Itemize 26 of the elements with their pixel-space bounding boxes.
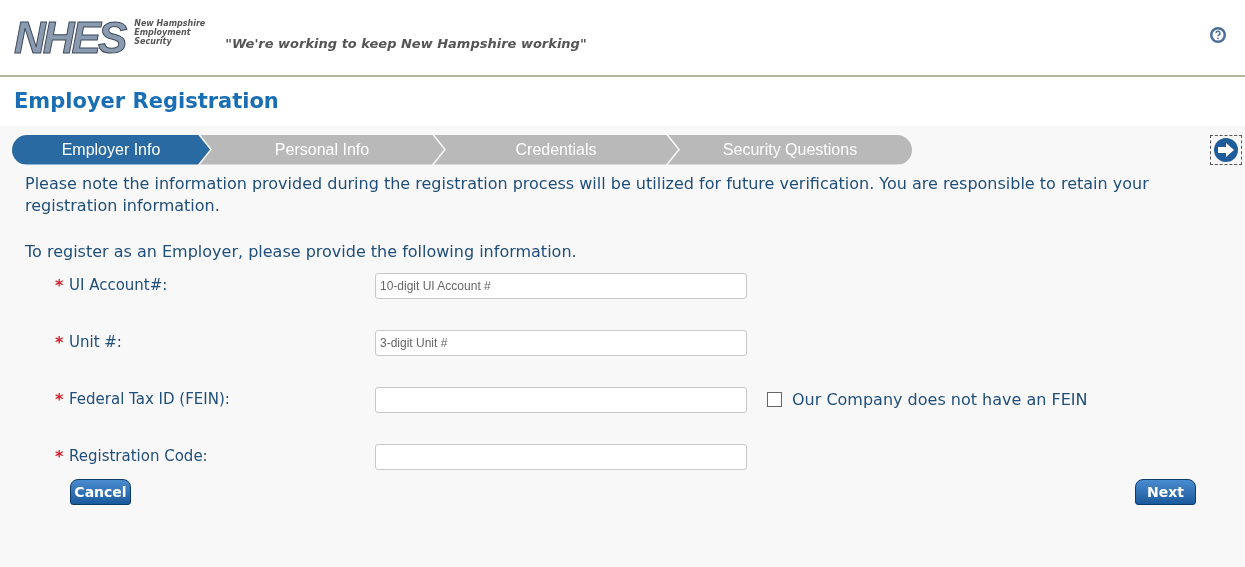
required-mark: * [55, 388, 65, 411]
page-title: Employer Registration [13, 88, 280, 115]
required-mark: * [55, 445, 65, 468]
input-field[interactable]: 10-digit UI Account # [375, 272, 747, 299]
input-field[interactable]: 3-digit Unit # [375, 329, 747, 356]
agency-name-line: New Hampshire [134, 19, 206, 28]
field-label: Federal Tax ID (FEIN): [69, 389, 231, 411]
intro-text: To register as an Employer, please provide the following information. [25, 240, 578, 263]
step-tab[interactable]: Employer Info [12, 134, 210, 165]
checkbox-label[interactable]: Our Company does not have an FEIN [792, 387, 1088, 412]
field-label: UI Account#: [69, 275, 169, 297]
agency-name-line: Security [134, 37, 172, 46]
field-label: Registration Code: [69, 446, 209, 468]
field-label: Unit #: [69, 332, 123, 354]
cancel-button[interactable]: Cancel [70, 478, 131, 505]
notice-text: Please note the information provided during the registration process will be utilized for future verification. You are responsible to retain your registration information. [25, 172, 1150, 217]
logo: NHES [14, 15, 125, 60]
required-mark: * [55, 274, 65, 297]
required-mark: * [55, 331, 65, 354]
help-icon[interactable] [1209, 26, 1227, 44]
input-field[interactable] [375, 443, 747, 470]
input-field[interactable] [375, 386, 747, 413]
next-button[interactable]: Next [1135, 478, 1196, 505]
agency-name-line: Employment [134, 28, 191, 37]
slogan: "We're working to keep New Hampshire working" [225, 34, 587, 53]
checkbox[interactable] [767, 392, 782, 407]
